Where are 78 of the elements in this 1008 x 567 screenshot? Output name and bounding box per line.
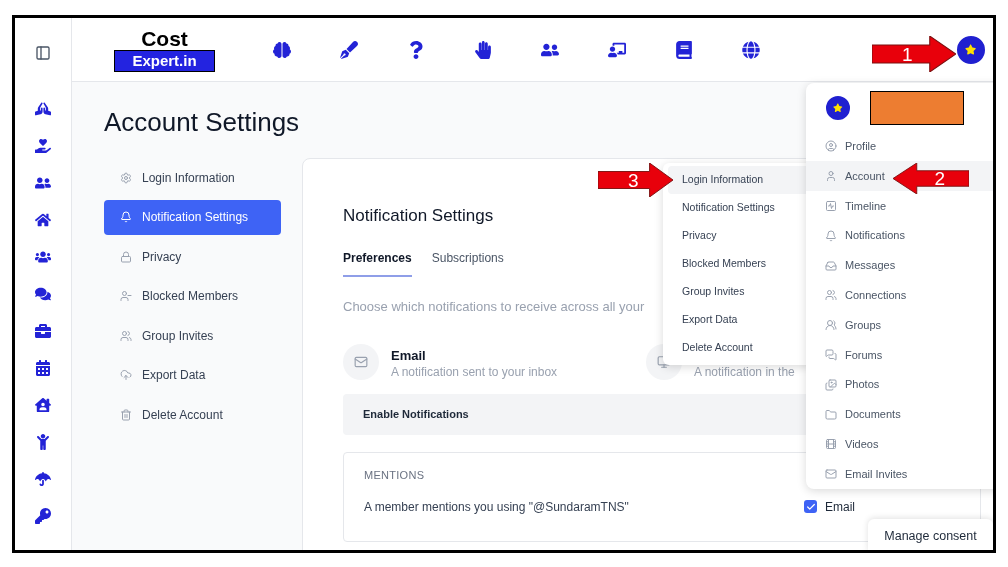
profile-menu-item[interactable]: Notifications: [806, 220, 993, 251]
submenu-item[interactable]: Delete Account: [668, 334, 809, 362]
profile-menu-item[interactable]: Forums: [806, 340, 993, 370]
settings-nav-item[interactable]: Blocked Members: [104, 278, 281, 314]
submenu-item[interactable]: Privacy: [668, 222, 809, 250]
group-icon[interactable]: [35, 249, 51, 265]
trash-icon: [120, 408, 132, 421]
envelope-icon: [354, 355, 368, 369]
submenu-item[interactable]: Notification Settings: [668, 194, 809, 222]
submenu-item[interactable]: Group Invites: [668, 278, 809, 306]
mail-icon: [825, 468, 837, 481]
bell-icon: [825, 229, 837, 242]
bell-icon: [120, 211, 132, 224]
film-icon: [825, 438, 837, 451]
globe-icon[interactable]: [742, 40, 760, 59]
briefcase-icon[interactable]: [35, 323, 51, 339]
activity-icon: [825, 199, 837, 212]
checkmark-icon: [805, 501, 816, 512]
annotation-arrow: 2: [893, 163, 969, 194]
channel-title: Email: [391, 347, 427, 364]
profile-menu-item[interactable]: Connections: [806, 280, 993, 311]
users-icon: [120, 329, 132, 342]
submenu-item[interactable]: Blocked Members: [668, 250, 809, 278]
images-icon: [825, 378, 837, 391]
sidebar-toggle-icon[interactable]: [35, 45, 51, 61]
person-icon[interactable]: [35, 434, 51, 450]
user-minus-icon: [120, 290, 132, 303]
folder-icon: [825, 408, 837, 421]
profile-menu-item[interactable]: Profile: [806, 131, 993, 162]
settings-nav-item[interactable]: Group Invites: [104, 318, 281, 354]
notification-row-text: A member mentions you using "@SundaramTNS": [364, 498, 630, 516]
calendar-icon[interactable]: [35, 360, 51, 376]
channel-description: A notification sent to your inbox: [391, 364, 558, 380]
users-icon: [825, 289, 837, 302]
channel-description: A notification in the: [694, 364, 795, 380]
annotation-arrow: 1: [872, 36, 956, 72]
gear-icon: [120, 171, 132, 184]
key-icon[interactable]: [35, 508, 51, 524]
umbrella-icon[interactable]: [35, 471, 51, 487]
user-circle-icon: [825, 140, 837, 153]
card-title: Notification Settings: [343, 205, 494, 227]
presentation-icon[interactable]: [608, 40, 626, 59]
group-icon: [825, 319, 837, 332]
profile-menu-item[interactable]: Groups: [806, 310, 993, 340]
submenu-item[interactable]: Export Data: [668, 306, 809, 334]
pen-icon[interactable]: [340, 40, 358, 59]
tab[interactable]: Preferences: [343, 248, 412, 277]
house-icon[interactable]: [35, 212, 51, 228]
chat-bubbles-icon[interactable]: [35, 286, 51, 302]
praying-hands-icon[interactable]: [35, 101, 51, 117]
section-heading: MENTIONS: [364, 468, 425, 483]
raised-hand-icon[interactable]: [474, 40, 492, 59]
profile-menu-item[interactable]: Email Invites: [806, 459, 993, 489]
two-people-icon[interactable]: [35, 175, 51, 191]
settings-nav-item[interactable]: Login Information: [104, 160, 281, 196]
user-icon: [825, 170, 837, 183]
chat-icon: [825, 348, 837, 361]
profile-menu-item[interactable]: Messages: [806, 250, 993, 281]
description: Choose which notifications to receive across all your: [343, 297, 645, 316]
house-person-icon[interactable]: [35, 397, 51, 413]
settings-nav-item[interactable]: Notification Settings: [104, 199, 281, 235]
tab[interactable]: Subscriptions: [431, 248, 504, 277]
brain-icon[interactable]: [273, 40, 291, 59]
annotation-arrow: 3: [598, 163, 673, 197]
page-title: Account Settings: [104, 106, 300, 138]
hand-heart-icon[interactable]: [35, 138, 51, 154]
book-icon[interactable]: [675, 40, 693, 59]
question-mark-icon[interactable]: [407, 40, 425, 59]
settings-nav-item[interactable]: Export Data: [104, 357, 281, 393]
settings-nav-item[interactable]: Privacy: [104, 239, 281, 275]
inbox-icon: [825, 259, 837, 272]
profile-menu-item[interactable]: Timeline: [806, 191, 993, 221]
submenu-item[interactable]: Login Information: [668, 166, 809, 194]
email-checkbox[interactable]: Email: [804, 497, 855, 516]
cloud-upload-icon: [120, 369, 132, 382]
manage-consent-button[interactable]: Manage consent: [868, 519, 993, 550]
lock-icon: [120, 250, 132, 263]
settings-nav-item[interactable]: Delete Account: [104, 397, 281, 433]
